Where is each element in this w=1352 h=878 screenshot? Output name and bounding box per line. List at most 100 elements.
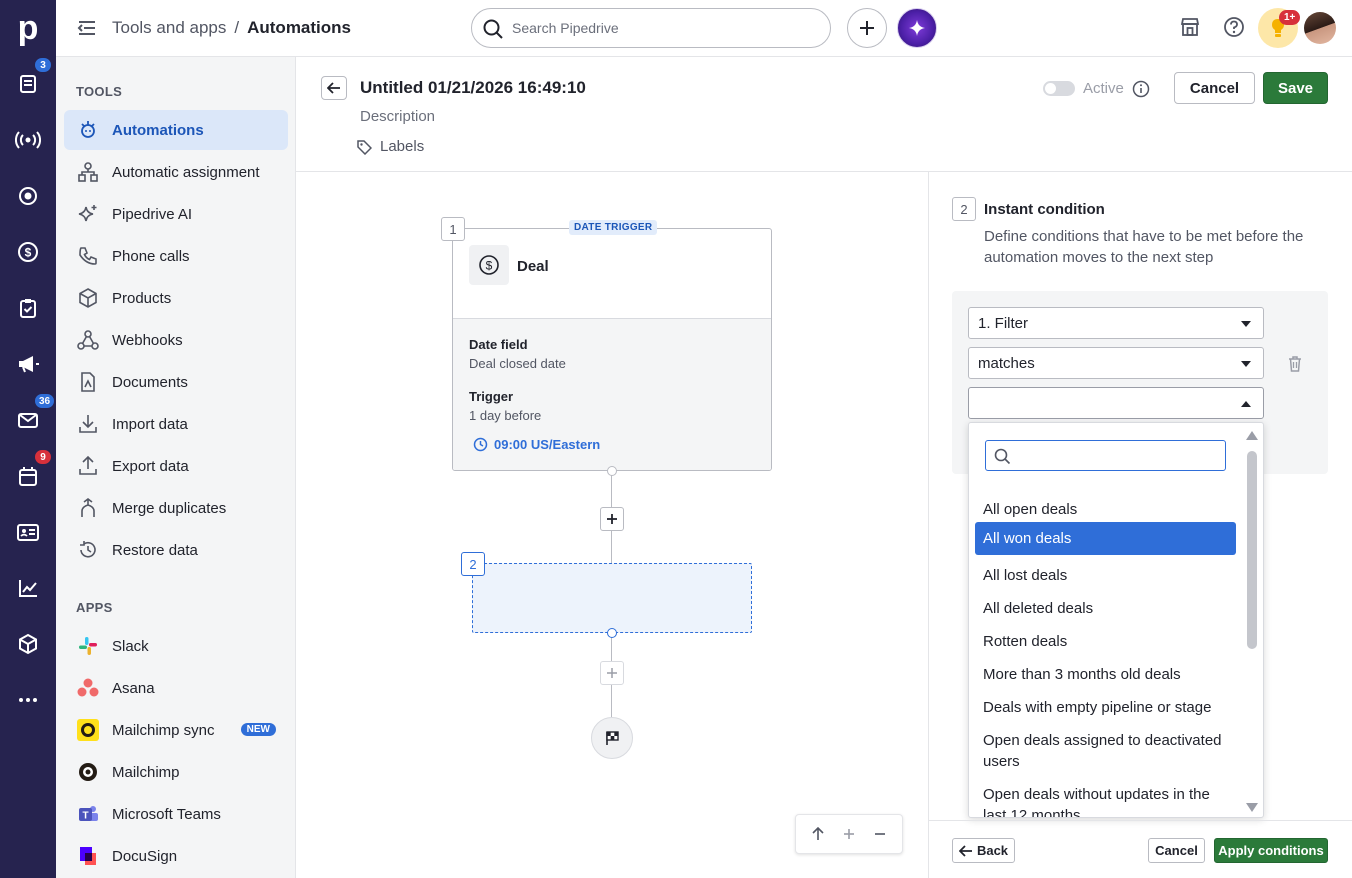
new-badge: NEW [240, 723, 276, 736]
sidebar-item-products[interactable]: Products [64, 278, 288, 318]
plus-icon [860, 21, 874, 35]
sidebar-item-label: Merge duplicates [112, 499, 227, 517]
sidebar-item-slack[interactable]: Slack [64, 626, 288, 666]
dropdown-search-input[interactable] [985, 440, 1226, 471]
leads-radio-icon [15, 131, 41, 149]
dropdown-option[interactable]: Open deals without updates in the last 1… [975, 778, 1236, 817]
labels-button[interactable]: Labels [356, 138, 424, 155]
apply-conditions-button[interactable]: Apply conditions [1214, 838, 1328, 863]
sidebar-item-automatic-assignment[interactable]: Automatic assignment [64, 152, 288, 192]
rail-products[interactable] [0, 624, 56, 664]
scroll-up-arrow-icon[interactable] [1246, 431, 1258, 440]
sidebar-item-merge-duplicates[interactable]: Merge duplicates [64, 488, 288, 528]
sidebar-item-microsoft-teams[interactable]: T Microsoft Teams [64, 794, 288, 834]
filter-select-value: 1. Filter [978, 314, 1029, 332]
dropdown-option[interactable]: Rotten deals [975, 625, 1236, 658]
value-select[interactable] [968, 387, 1264, 419]
dropdown-option[interactable]: More than 3 months old deals [975, 658, 1236, 691]
breadcrumb: Tools and apps / Automations [112, 18, 351, 38]
sidebar-item-asana[interactable]: Asana [64, 668, 288, 708]
sidebar-item-mailchimp[interactable]: Mailchimp [64, 752, 288, 792]
delete-condition-button[interactable] [1287, 355, 1303, 372]
rail-revenue[interactable]: $ [0, 232, 56, 272]
sidebar-item-restore-data[interactable]: Restore data [64, 530, 288, 570]
help-button[interactable] [1223, 16, 1245, 38]
sidebar-item-label: Slack [112, 637, 149, 655]
box-icon [76, 286, 100, 310]
scroll-down-arrow-icon[interactable] [1246, 803, 1258, 812]
breadcrumb-parent[interactable]: Tools and apps [112, 18, 226, 38]
sidebar-item-label: Restore data [112, 541, 198, 559]
sidebar-item-label: Pipedrive AI [112, 205, 193, 223]
pipedrive-logo[interactable]: p [0, 0, 56, 56]
cancel-button[interactable]: Cancel [1174, 72, 1255, 104]
dropdown-option[interactable]: All deleted deals [975, 592, 1236, 625]
rail-contacts[interactable] [0, 512, 56, 552]
finish-flag-icon [606, 731, 619, 745]
user-avatar[interactable] [1304, 12, 1336, 44]
rail-campaigns[interactable] [0, 344, 56, 384]
sidebar-item-label: Microsoft Teams [112, 805, 221, 823]
dropdown-option[interactable]: Deals with empty pipeline or stage [975, 691, 1236, 724]
arrow-left-icon [327, 82, 340, 94]
rail-activities[interactable] [0, 288, 56, 328]
document-icon [76, 370, 100, 394]
sidebar-item-pipedrive-ai[interactable]: Pipedrive AI [64, 194, 288, 234]
svg-text:$: $ [25, 246, 32, 260]
zoom-out-button[interactable] [873, 827, 887, 841]
calendar-icon [19, 467, 37, 486]
add-step-button-disabled[interactable] [600, 661, 624, 685]
zoom-out-icon [875, 833, 886, 835]
operator-select[interactable]: matches [968, 347, 1264, 379]
description-field[interactable]: Description [360, 108, 435, 125]
sidebar-item-export-data[interactable]: Export data [64, 446, 288, 486]
sidebar-item-import-data[interactable]: Import data [64, 404, 288, 444]
trigger-label: Trigger [469, 389, 514, 404]
global-search-input[interactable]: Search Pipedrive [471, 8, 831, 48]
rail-calendar-badge: 9 [34, 449, 52, 465]
panel-back-button[interactable]: Back [952, 838, 1015, 863]
add-step-button[interactable] [600, 507, 624, 531]
search-icon [994, 448, 1011, 465]
active-toggle[interactable] [1043, 81, 1075, 96]
notification-badge: 1+ [1279, 10, 1301, 25]
rail-more[interactable] [0, 680, 56, 720]
dropdown-option-selected[interactable]: All won deals [975, 522, 1236, 555]
info-icon[interactable] [1132, 80, 1150, 98]
filter-options-dropdown: All open deals All won deals All lost de… [968, 422, 1264, 818]
webhook-icon [76, 328, 100, 352]
ai-assistant-button[interactable] [897, 8, 937, 48]
asana-icon [76, 676, 100, 700]
insights-chart-icon [19, 580, 37, 597]
zoom-in-button[interactable] [842, 827, 856, 841]
sidebar-item-mailchimp-sync[interactable]: Mailchimp sync NEW [64, 710, 288, 750]
rail-leads[interactable] [0, 120, 56, 160]
save-button[interactable]: Save [1263, 72, 1328, 104]
panel-cancel-button[interactable]: Cancel [1148, 838, 1205, 863]
dropdown-option[interactable]: Open deals assigned to deactivated users [975, 724, 1236, 778]
operator-select-value: matches [978, 354, 1035, 372]
menu-toggle-button[interactable] [76, 18, 98, 38]
condition-step-placeholder[interactable] [472, 563, 752, 633]
rail-insights[interactable] [0, 568, 56, 608]
plus-icon [607, 514, 617, 524]
fit-view-button[interactable] [811, 827, 825, 841]
rail-deals-target[interactable] [0, 176, 56, 216]
back-arrow-button[interactable] [321, 76, 347, 100]
dollar-icon: $ [18, 242, 38, 262]
sidebar-item-phone-calls[interactable]: Phone calls [64, 236, 288, 276]
sidebar-item-label: DocuSign [112, 847, 178, 865]
dropdown-scrollbar[interactable] [1247, 451, 1257, 649]
marketplace-button[interactable] [1179, 16, 1201, 38]
sidebar-item-documents[interactable]: Documents [64, 362, 288, 402]
chevron-down-icon [1241, 361, 1251, 367]
dropdown-option[interactable]: All lost deals [975, 559, 1236, 592]
filter-select[interactable]: 1. Filter [968, 307, 1264, 339]
sidebar-item-automations[interactable]: Automations [64, 110, 288, 150]
automation-title[interactable]: Untitled 01/21/2026 16:49:10 [360, 78, 586, 98]
sidebar-item-docusign[interactable]: DocuSign [64, 836, 288, 876]
sidebar-item-webhooks[interactable]: Webhooks [64, 320, 288, 360]
quick-add-button[interactable] [847, 8, 887, 48]
breadcrumb-current: Automations [247, 18, 351, 37]
trigger-card[interactable]: $ Deal Date field Deal closed date Trigg… [452, 228, 772, 471]
